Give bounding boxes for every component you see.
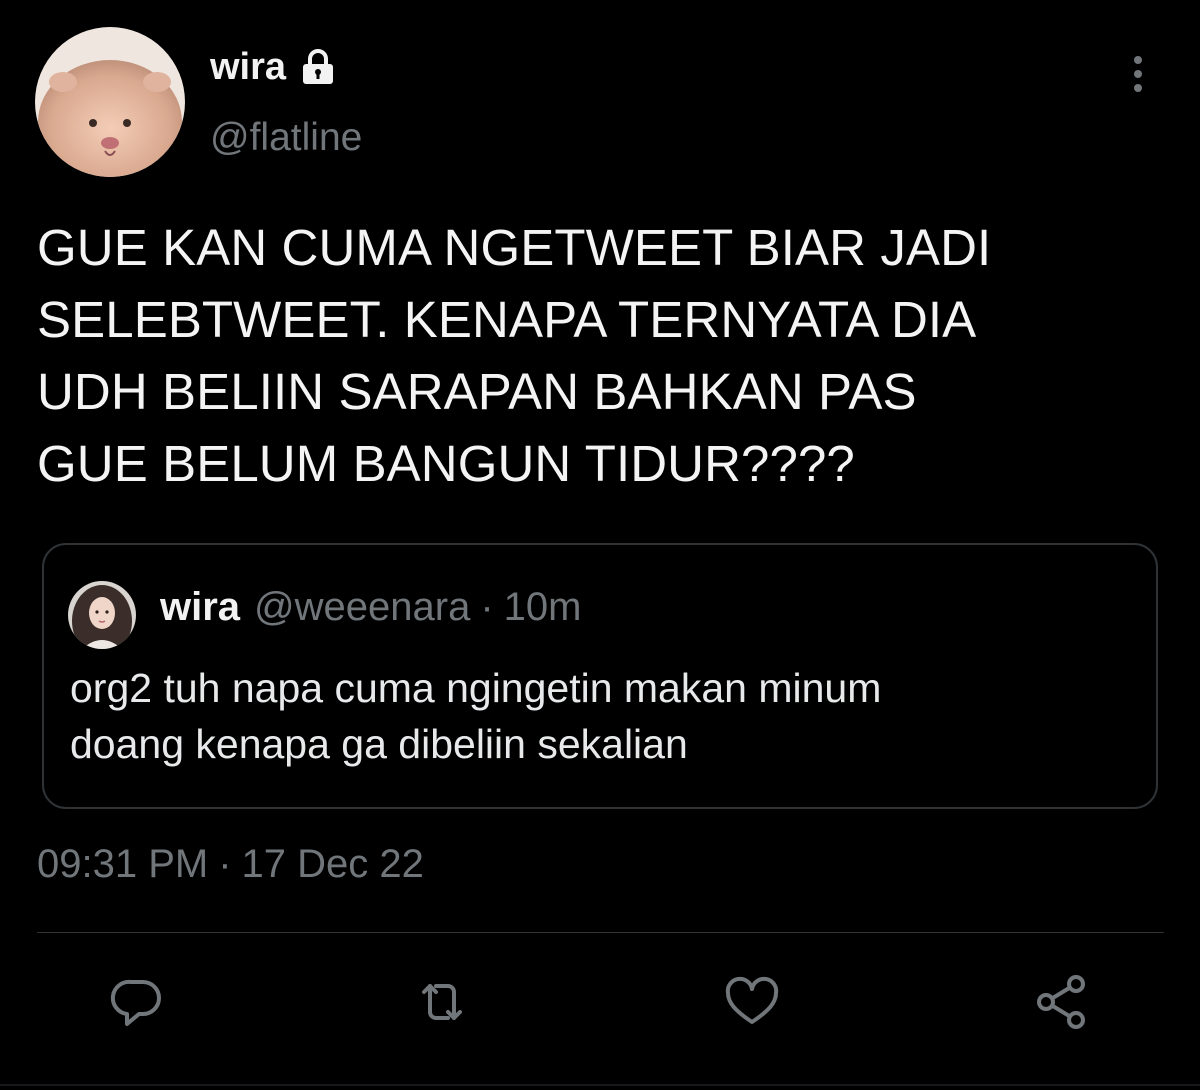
quoted-author-name: wira xyxy=(160,584,241,629)
actions-divider xyxy=(37,932,1164,933)
heart-icon xyxy=(725,976,779,1024)
retweet-icon xyxy=(422,984,462,1020)
quoted-author-handle: @weeenara xyxy=(254,584,471,629)
quoted-separator: · xyxy=(480,584,494,629)
tweet-text: GUE KAN CUMA NGETWEET BIAR JADI SELEBTWE… xyxy=(37,219,992,492)
reply-icon xyxy=(110,979,161,1026)
lock-icon xyxy=(303,49,334,84)
timestamp-date: 17 Dec 22 xyxy=(241,842,424,886)
quoted-author-avatar[interactable] xyxy=(68,581,136,649)
author-display-name[interactable]: wira xyxy=(210,46,286,89)
retweet-button[interactable] xyxy=(410,970,474,1034)
author-avatar[interactable] xyxy=(35,27,185,177)
quoted-time: 10m xyxy=(503,584,582,629)
like-button[interactable] xyxy=(720,970,784,1034)
quoted-tweet[interactable]: wira @weeenara · 10m org2 tuh napa cuma … xyxy=(42,543,1158,809)
hamster-avatar-icon xyxy=(35,27,185,177)
share-icon xyxy=(1037,975,1085,1029)
reply-button[interactable] xyxy=(105,970,169,1034)
quoted-tweet-header: wira @weeenara · 10m xyxy=(160,581,581,633)
author-handle[interactable]: @flatline xyxy=(210,116,362,160)
person-avatar-icon xyxy=(68,581,136,649)
author-name-row: wira xyxy=(210,42,338,92)
share-button[interactable] xyxy=(1030,970,1094,1034)
more-vertical-icon[interactable] xyxy=(1124,50,1152,98)
tweet-timestamp[interactable]: 09:31 PM · 17 Dec 22 xyxy=(37,842,424,887)
timestamp-time: 09:31 PM xyxy=(37,842,209,886)
quoted-tweet-text: org2 tuh napa cuma ngingetin makan minum… xyxy=(70,665,882,767)
timestamp-separator: · xyxy=(218,842,232,886)
tweet-detail: wira @flatline GUE KAN CUMA NGETWEET BIA… xyxy=(0,0,1200,1090)
bottom-border xyxy=(0,1084,1200,1086)
